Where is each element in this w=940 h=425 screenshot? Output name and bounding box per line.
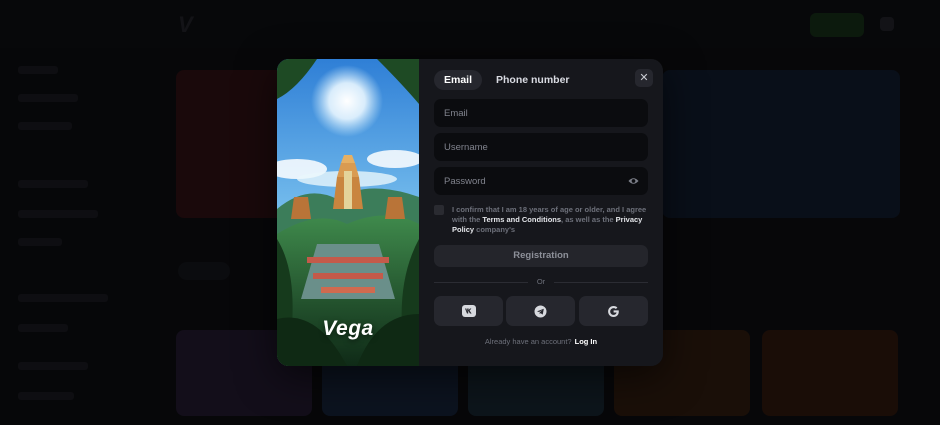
login-prompt-text: Already have an account?	[484, 337, 572, 346]
login-prompt: Already have an account? Log In	[434, 337, 648, 346]
or-divider: Or	[434, 277, 648, 287]
show-password-icon[interactable]	[628, 176, 639, 186]
signup-method-tabs: Email Phone number	[434, 70, 580, 90]
password-field[interactable]	[434, 167, 648, 195]
registration-form: Email Phone number ✕ I confirm that I am…	[419, 59, 663, 366]
username-input[interactable]	[434, 133, 648, 161]
telegram-login-button[interactable]	[506, 296, 575, 326]
or-label: Or	[536, 277, 546, 286]
terms-link[interactable]: Terms and Conditions	[482, 215, 561, 224]
login-link[interactable]: Log In	[575, 337, 598, 346]
close-icon: ✕	[639, 72, 649, 84]
telegram-icon	[534, 305, 547, 317]
registration-button[interactable]: Registration	[434, 245, 648, 267]
vega-logo: Vega	[322, 317, 374, 340]
password-input[interactable]	[434, 167, 648, 195]
consent-checkbox[interactable]	[434, 205, 444, 215]
username-field[interactable]	[434, 133, 648, 161]
google-login-button[interactable]	[579, 296, 648, 326]
promo-artwork: Vega	[277, 59, 419, 366]
vk-login-button[interactable]	[434, 296, 503, 326]
consent-text: I confirm that I am 18 years of age or o…	[452, 205, 648, 235]
consent-middle: , as well as the	[561, 215, 616, 224]
consent-suffix: company's	[474, 225, 516, 234]
close-button[interactable]: ✕	[635, 69, 653, 87]
google-icon	[608, 305, 619, 317]
vk-icon	[461, 305, 476, 317]
registration-modal: Vega Email Phone number ✕ I confirm that…	[277, 59, 663, 366]
tab-phone-number[interactable]: Phone number	[486, 70, 580, 90]
email-field[interactable]	[434, 99, 648, 127]
tab-email[interactable]: Email	[434, 70, 483, 90]
email-input[interactable]	[434, 99, 648, 127]
